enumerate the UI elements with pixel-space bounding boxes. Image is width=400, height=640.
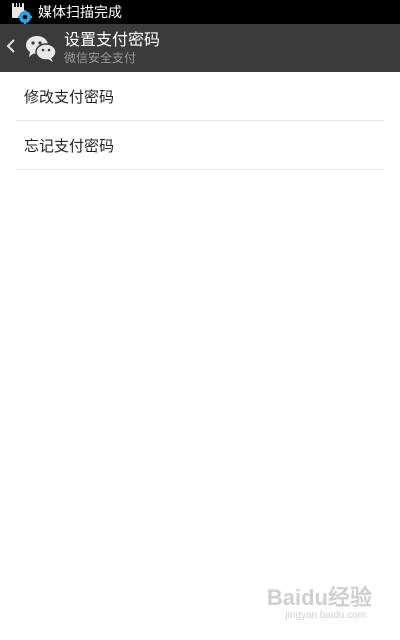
wechat-logo-icon[interactable]	[24, 31, 58, 65]
page-subtitle: 微信安全支付	[64, 51, 137, 65]
back-button[interactable]	[0, 24, 18, 72]
status-bar: 媒体扫描完成	[0, 0, 400, 24]
list-item-change-password[interactable]: 修改支付密码	[16, 72, 384, 121]
baidu-watermark: Baidu经验 jingyan.baidu.com	[267, 586, 372, 622]
sd-card-gear-icon	[8, 0, 34, 24]
list-item-label: 修改支付密码	[24, 87, 115, 106]
watermark-main: Baidu经验	[266, 585, 372, 610]
list-item-forgot-password[interactable]: 忘记支付密码	[16, 121, 384, 170]
settings-list: 修改支付密码 忘记支付密码	[0, 72, 400, 170]
page-title: 设置支付密码	[64, 30, 161, 49]
list-item-label: 忘记支付密码	[24, 136, 115, 155]
action-bar: 设置支付密码 微信安全支付	[0, 24, 400, 72]
notification-text: 媒体扫描完成	[38, 5, 122, 21]
title-group: 设置支付密码 微信安全支付	[64, 30, 160, 66]
chevron-left-icon	[6, 38, 16, 58]
watermark-url: jingyan.baidu.com	[285, 610, 366, 621]
